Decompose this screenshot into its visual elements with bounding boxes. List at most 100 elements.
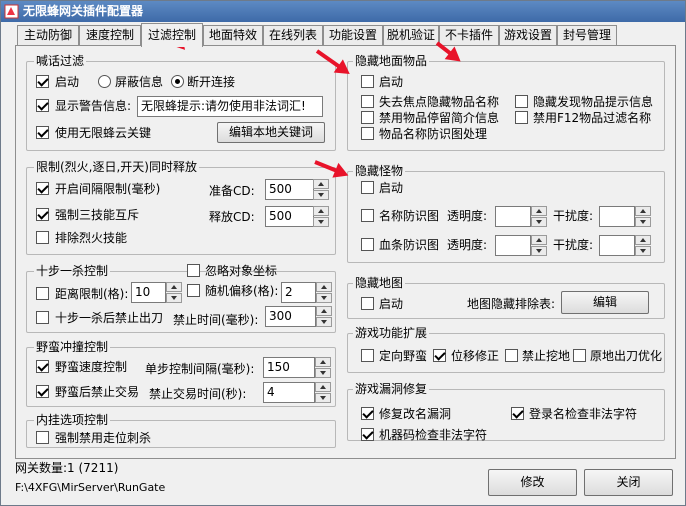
tab-offline-verify[interactable]: 脱机验证 [383, 25, 439, 45]
hp-interference-spinner[interactable] [635, 235, 651, 256]
spinner-down-icon[interactable] [315, 393, 331, 403]
step-interval-spinner[interactable] [315, 357, 331, 378]
forbid-trade-checkbox[interactable] [36, 385, 49, 398]
bot-check-checkbox[interactable] [361, 428, 374, 441]
hide-monster-enable-checkbox[interactable] [361, 181, 374, 194]
spinner-up-icon[interactable] [315, 357, 331, 367]
hide-ground-enable-checkbox[interactable] [361, 75, 374, 88]
hp-transparency-spinner[interactable] [531, 235, 547, 256]
hide-map-enable-checkbox[interactable] [361, 297, 374, 310]
spinner-down-icon[interactable] [313, 190, 329, 200]
tab-speed-control[interactable]: 速度控制 [79, 25, 141, 45]
disconnect-radio[interactable] [171, 75, 184, 88]
tab-online-list[interactable]: 在线列表 [263, 25, 323, 45]
hide-found-checkbox[interactable] [515, 95, 528, 108]
spinner-up-icon[interactable] [313, 179, 329, 189]
spinner-up-icon[interactable] [531, 235, 547, 245]
tab-game-settings[interactable]: 游戏设置 [499, 25, 557, 45]
login-check-checkbox[interactable] [511, 407, 524, 420]
anti-name-checkbox[interactable] [361, 127, 374, 140]
random-offset-spinner[interactable] [316, 282, 332, 303]
tab-active-defense[interactable]: 主动防御 [17, 25, 79, 45]
disable-stay-checkbox[interactable] [361, 111, 374, 124]
hp-transparency-input[interactable] [495, 235, 531, 256]
trade-time-input[interactable]: 4 [263, 382, 315, 403]
trade-time-spinner[interactable] [315, 382, 331, 403]
hide-monster-enable-label: 启动 [379, 181, 404, 195]
name-anti-checkbox[interactable] [361, 209, 374, 222]
spinner-up-icon[interactable] [531, 206, 547, 216]
hp-interference-input[interactable] [599, 235, 635, 256]
shout-enable-checkbox[interactable] [36, 75, 49, 88]
spinner-up-icon[interactable] [635, 235, 651, 245]
ten-step-title: 十步一杀控制 [34, 264, 111, 278]
release-cd-input[interactable]: 500 [265, 206, 314, 227]
force-disable-checkbox[interactable] [36, 431, 49, 444]
ignore-coord-checkbox[interactable] [187, 264, 200, 277]
tab-ground-effects[interactable]: 地面特效 [203, 25, 263, 45]
exclude-fire-checkbox[interactable] [36, 231, 49, 244]
name-interference-input[interactable] [599, 206, 635, 227]
hp-anti-checkbox[interactable] [361, 238, 374, 251]
use-cloud-checkbox[interactable] [36, 126, 49, 139]
distance-limit-checkbox[interactable] [36, 287, 49, 300]
forbid-dig-checkbox[interactable] [505, 349, 518, 362]
fixed-dir-checkbox[interactable] [361, 349, 374, 362]
spinner-down-icon[interactable] [635, 246, 651, 256]
spinner-up-icon[interactable] [316, 282, 332, 292]
name-transparency-input[interactable] [495, 206, 531, 227]
spinner-up-icon[interactable] [315, 382, 331, 392]
disable-stay-label: 禁用物品停留简介信息 [379, 111, 500, 125]
tab-no-lag-plugin[interactable]: 不卡插件 [439, 25, 499, 45]
hide-map-title: 隐藏地图 [353, 276, 406, 290]
charge-speed-checkbox[interactable] [36, 360, 49, 373]
transparency-label: 透明度: [447, 209, 488, 223]
mutex-checkbox[interactable] [36, 208, 49, 221]
stand-opt-checkbox[interactable] [573, 349, 586, 362]
forbid-time-spinner[interactable] [316, 306, 332, 327]
prepare-cd-input[interactable]: 500 [265, 179, 314, 200]
name-transparency-spinner[interactable] [531, 206, 547, 227]
edit-local-keywords-button[interactable]: 编辑本地关键词 [217, 122, 325, 143]
random-offset-checkbox[interactable] [187, 284, 200, 297]
spinner-up-icon[interactable] [313, 206, 329, 216]
spinner-down-icon[interactable] [635, 217, 651, 227]
step-interval-input[interactable]: 150 [263, 357, 315, 378]
hide-ground-title: 隐藏地面物品 [353, 54, 430, 68]
fix-rename-checkbox[interactable] [361, 407, 374, 420]
block-info-radio[interactable] [98, 75, 111, 88]
close-button[interactable]: 关闭 [584, 469, 673, 496]
forbid-time-input[interactable]: 300 [265, 306, 316, 327]
name-interference-spinner[interactable] [635, 206, 651, 227]
release-cd-spinner[interactable] [313, 206, 329, 227]
edit-map-button[interactable]: 编辑 [561, 291, 649, 314]
spinner-down-icon[interactable] [316, 317, 332, 327]
spinner-down-icon[interactable] [315, 368, 331, 378]
tab-filter-control[interactable]: 过滤控制 [141, 23, 203, 47]
distance-input[interactable]: 10 [131, 282, 166, 303]
spinner-down-icon[interactable] [531, 217, 547, 227]
interval-limit-checkbox[interactable] [36, 182, 49, 195]
distance-spinner[interactable] [166, 282, 182, 303]
warning-message-input[interactable]: 无限蜂提示:请勿使用非法词汇! [137, 96, 323, 117]
spinner-up-icon[interactable] [316, 306, 332, 316]
spinner-down-icon[interactable] [313, 217, 329, 227]
random-offset-input[interactable]: 2 [281, 282, 316, 303]
show-warning-checkbox[interactable] [36, 99, 49, 112]
disable-f12-checkbox[interactable] [515, 111, 528, 124]
limit-release-title: 限制(烈火,逐日,开天)同时释放 [34, 160, 199, 174]
tab-function-settings[interactable]: 功能设置 [323, 25, 383, 45]
show-warning-label: 显示警告信息: [55, 99, 132, 113]
spinner-down-icon[interactable] [166, 293, 182, 303]
spinner-up-icon[interactable] [166, 282, 182, 292]
forbid-exit-checkbox[interactable] [36, 311, 49, 324]
spinner-up-icon[interactable] [635, 206, 651, 216]
modify-button[interactable]: 修改 [488, 469, 577, 496]
spinner-down-icon[interactable] [316, 293, 332, 303]
pos-fix-checkbox[interactable] [433, 349, 446, 362]
hp-anti-label: 血条防识图 [379, 238, 440, 252]
lose-focus-checkbox[interactable] [361, 95, 374, 108]
spinner-down-icon[interactable] [531, 246, 547, 256]
prepare-cd-spinner[interactable] [313, 179, 329, 200]
tab-ban-management[interactable]: 封号管理 [557, 25, 617, 45]
